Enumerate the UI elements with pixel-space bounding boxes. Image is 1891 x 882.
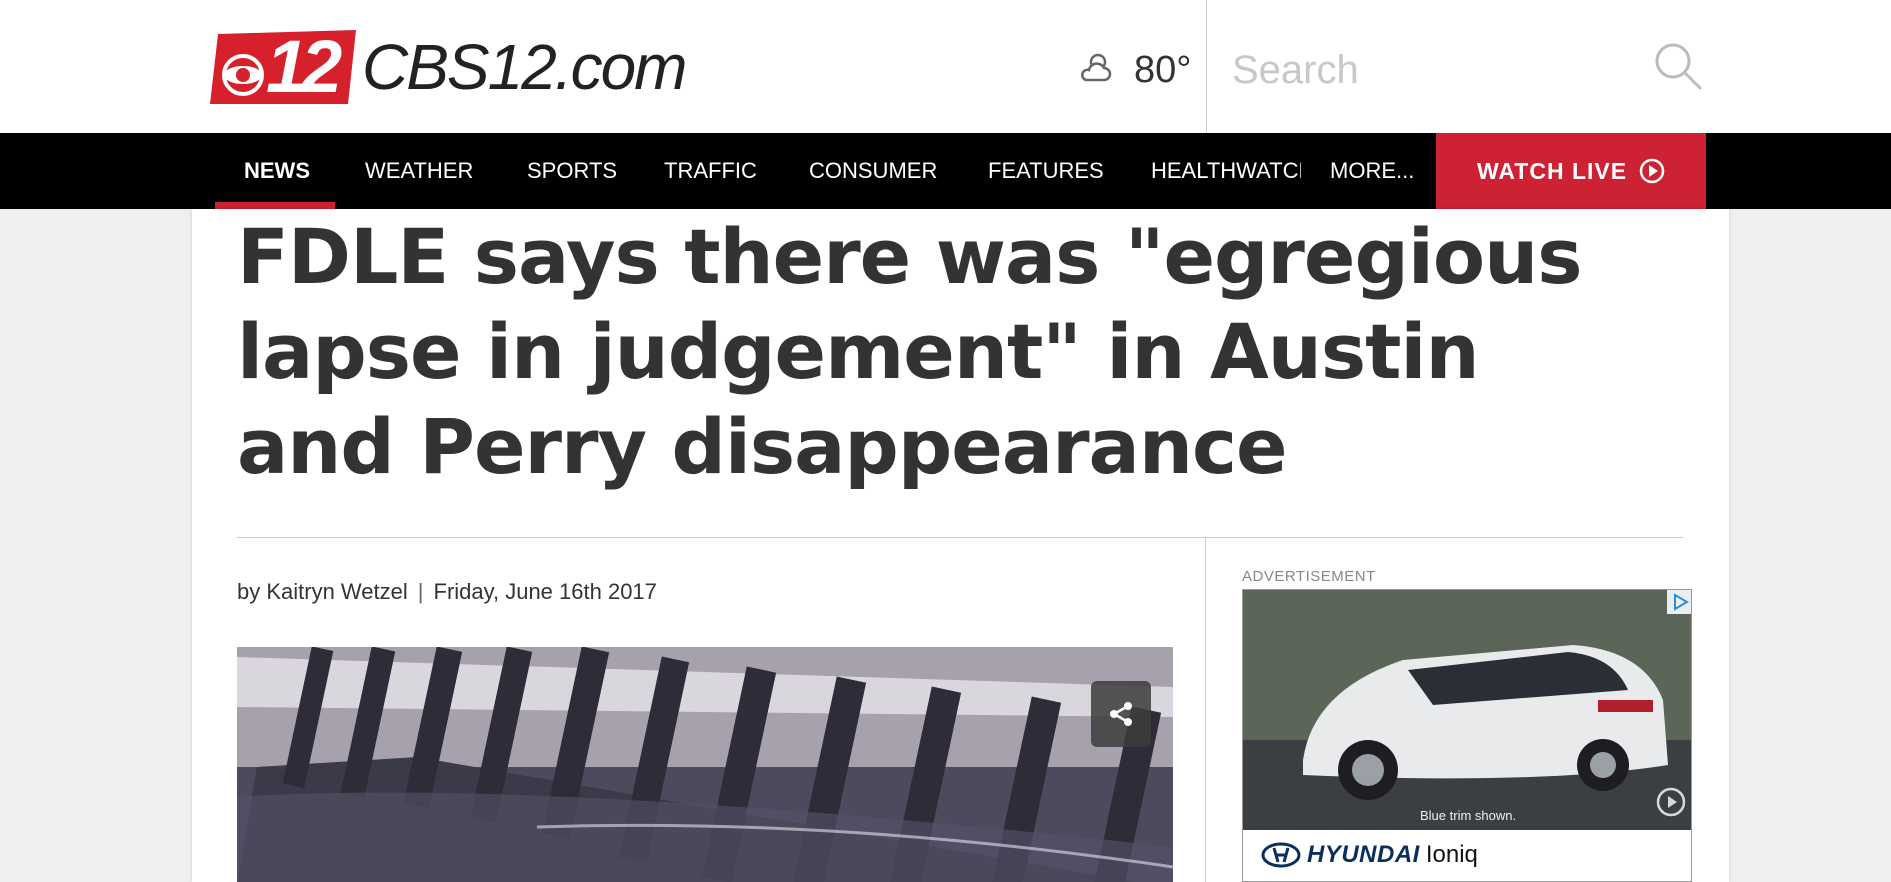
watch-live-label: WATCH LIVE <box>1476 157 1628 184</box>
share-button[interactable] <box>1091 681 1151 747</box>
column-divider <box>1205 538 1206 882</box>
article-container: FDLE says there was "egregious lapse in … <box>192 209 1729 882</box>
article-headline: FDLE says there was "egregious lapse in … <box>237 212 1582 491</box>
partly-cloudy-icon <box>1078 50 1114 91</box>
weather-temperature: 80° <box>1134 48 1192 91</box>
site-logo[interactable]: 12 CBS12.com <box>210 25 687 108</box>
car-illustration <box>1243 590 1691 830</box>
headline-divider <box>237 537 1683 538</box>
article-byline: by Kaitryn Wetzel | Friday, June 16th 2017 <box>237 579 657 605</box>
watch-live-button[interactable]: WATCH LIVE <box>1436 133 1706 209</box>
ad-image[interactable]: Blue trim shown. <box>1243 590 1691 830</box>
nav-item-sports[interactable]: SPORTS <box>527 133 617 209</box>
share-icon <box>1110 702 1132 726</box>
cbs-eye-badge: 12 <box>210 25 356 108</box>
nav-item-weather[interactable]: WEATHER <box>365 133 473 209</box>
search-icon[interactable] <box>1652 40 1704 92</box>
hyundai-logo-icon <box>1261 842 1301 868</box>
ad-caption: Blue trim shown. <box>1420 808 1517 823</box>
advertisement-label: ADVERTISEMENT <box>1242 568 1376 585</box>
weather-widget[interactable]: 80° <box>1078 40 1191 100</box>
nav-active-indicator <box>215 202 335 209</box>
nav-item-news[interactable]: NEWS <box>244 133 310 209</box>
nav-item-consumer[interactable]: CONSUMER <box>809 133 937 209</box>
play-circle-icon <box>1639 158 1665 184</box>
article-hero-image[interactable] <box>237 647 1173 882</box>
site-header: 12 CBS12.com 80° <box>0 0 1891 133</box>
nav-item-traffic[interactable]: TRAFFIC <box>664 133 757 209</box>
advertisement[interactable]: Blue trim shown. HYUNDAI Ioniq <box>1242 589 1692 882</box>
bridge-scene <box>237 647 1173 882</box>
ad-model-name: Ioniq <box>1425 841 1478 868</box>
nav-item-healthwatch[interactable]: HEALTHWATCH <box>1151 133 1301 209</box>
ad-brand-row[interactable]: HYUNDAI Ioniq <box>1261 840 1478 870</box>
header-divider <box>1206 0 1207 133</box>
replay-icon[interactable] <box>1655 786 1687 823</box>
adchoices-icon[interactable] <box>1667 590 1691 614</box>
byline-separator: | <box>417 579 424 604</box>
logo-badge-number: 12 <box>266 25 342 108</box>
logo-text: CBS12.com <box>362 31 687 103</box>
ad-brand-name: HYUNDAI <box>1307 841 1420 868</box>
article-date: Friday, June 16th 2017 <box>433 579 657 604</box>
search-input[interactable] <box>1208 30 1688 110</box>
nav-item-features[interactable]: FEATURES <box>988 133 1104 209</box>
article-author[interactable]: by Kaitryn Wetzel <box>237 579 408 604</box>
main-nav: NEWS WEATHER SPORTS TRAFFIC CONSUMER FEA… <box>0 133 1891 209</box>
nav-item-more[interactable]: MORE... <box>1330 133 1414 209</box>
